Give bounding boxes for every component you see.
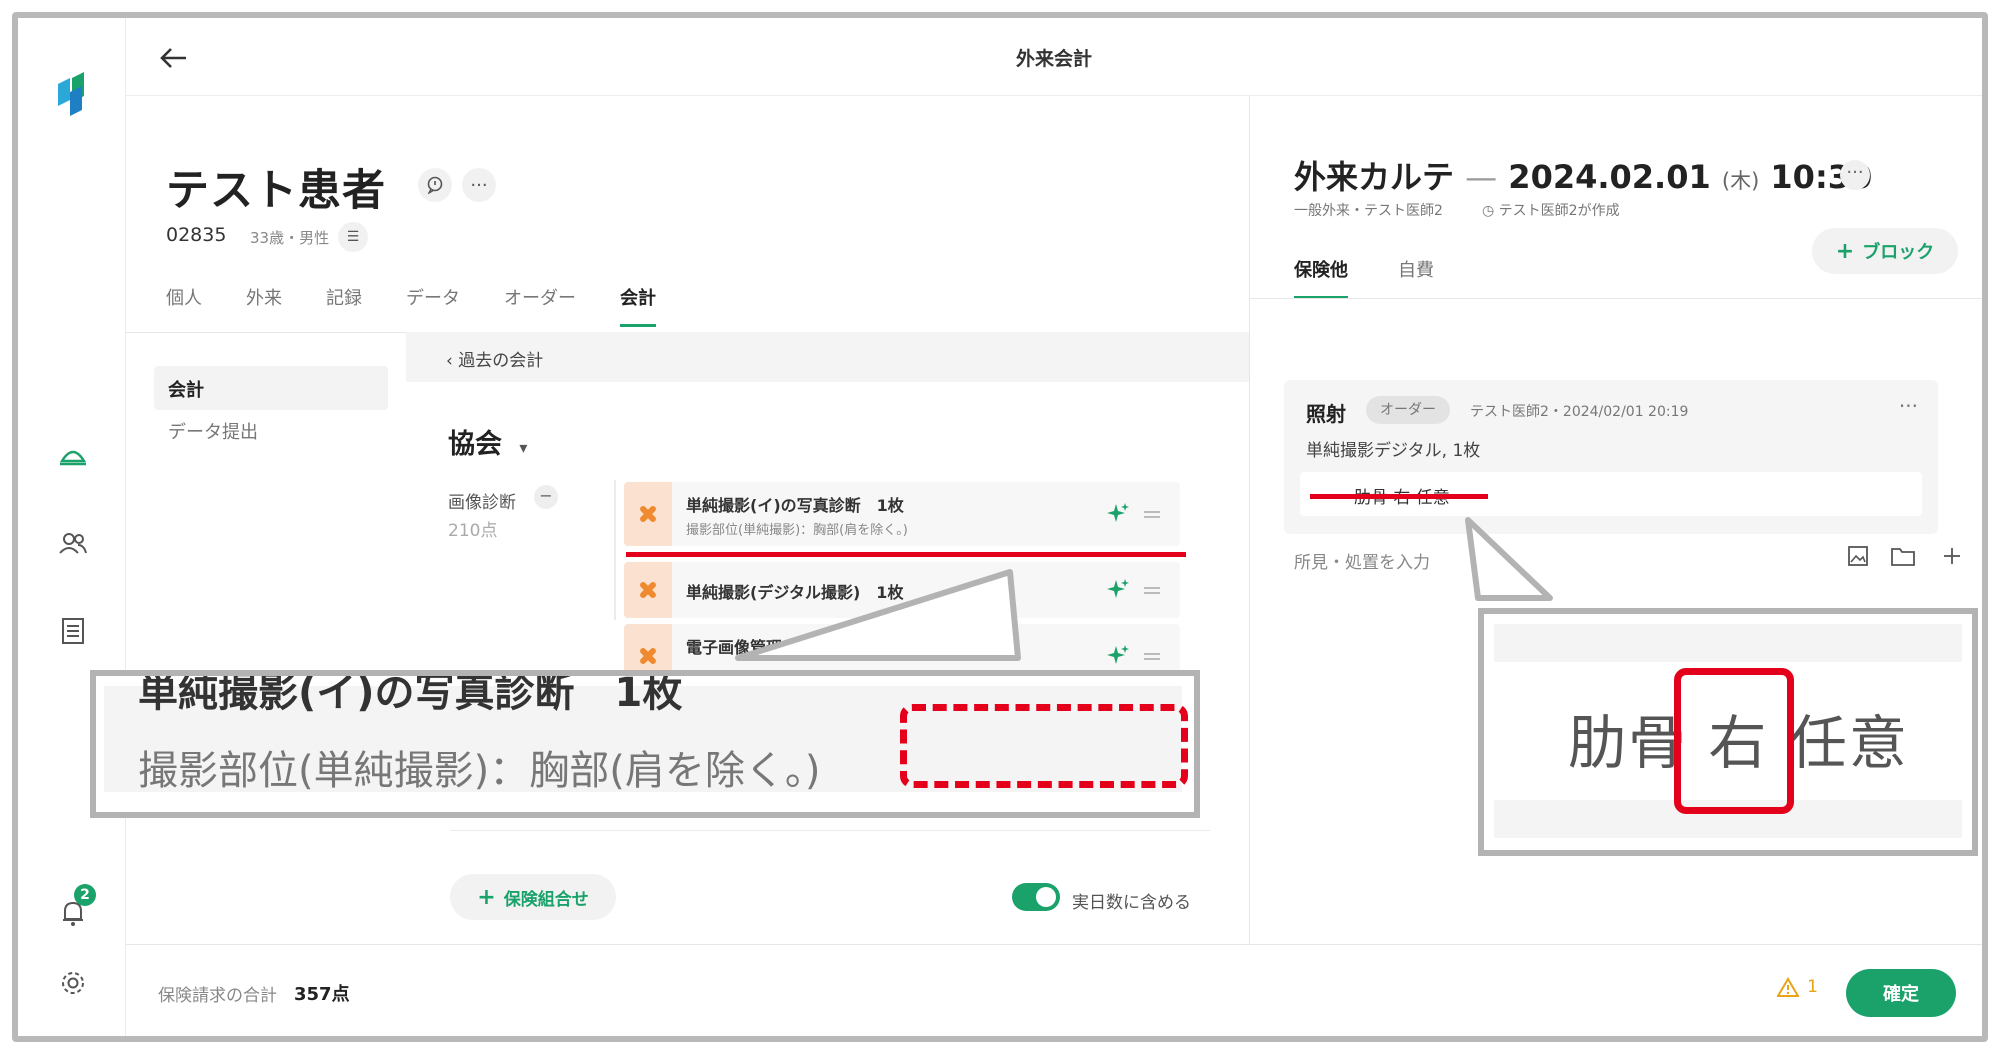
zoom-callout-sub: 撮影部位(単純撮影)：胸部(肩を除く。) [138,748,821,794]
app-frame: 2 外来会計 テスト患者 ··· 02835 33歳・男性 ☰ 個人 外来 記録… [12,12,1988,1042]
zoom-callout-right: 肋骨 右 任意 [1478,608,1978,856]
total-value: 357点 [294,984,350,1005]
callout-pointers [735,517,1976,661]
footer-bar: 保険請求の合計 357点 1 確定 [126,944,1982,1036]
dashed-highlight-box [900,704,1188,788]
warning-count: 1 [1807,977,1818,997]
warning-indicator[interactable]: 1 [1777,977,1818,997]
total-label: 保険請求の合計 [158,986,277,1006]
zoom-callout-title-fragment: 単純撮影(イ)の写真診断 1枚 [138,670,683,716]
zoom-callout-band-top [1494,624,1962,662]
highlight-box [1674,668,1794,814]
zoom-callout-left: 単純撮影(イ)の写真診断 1枚 撮影部位(単純撮影)：胸部(肩を除く。) [90,670,1200,818]
warning-triangle-icon [1777,977,1800,997]
confirm-button[interactable]: 確定 [1846,969,1956,1017]
